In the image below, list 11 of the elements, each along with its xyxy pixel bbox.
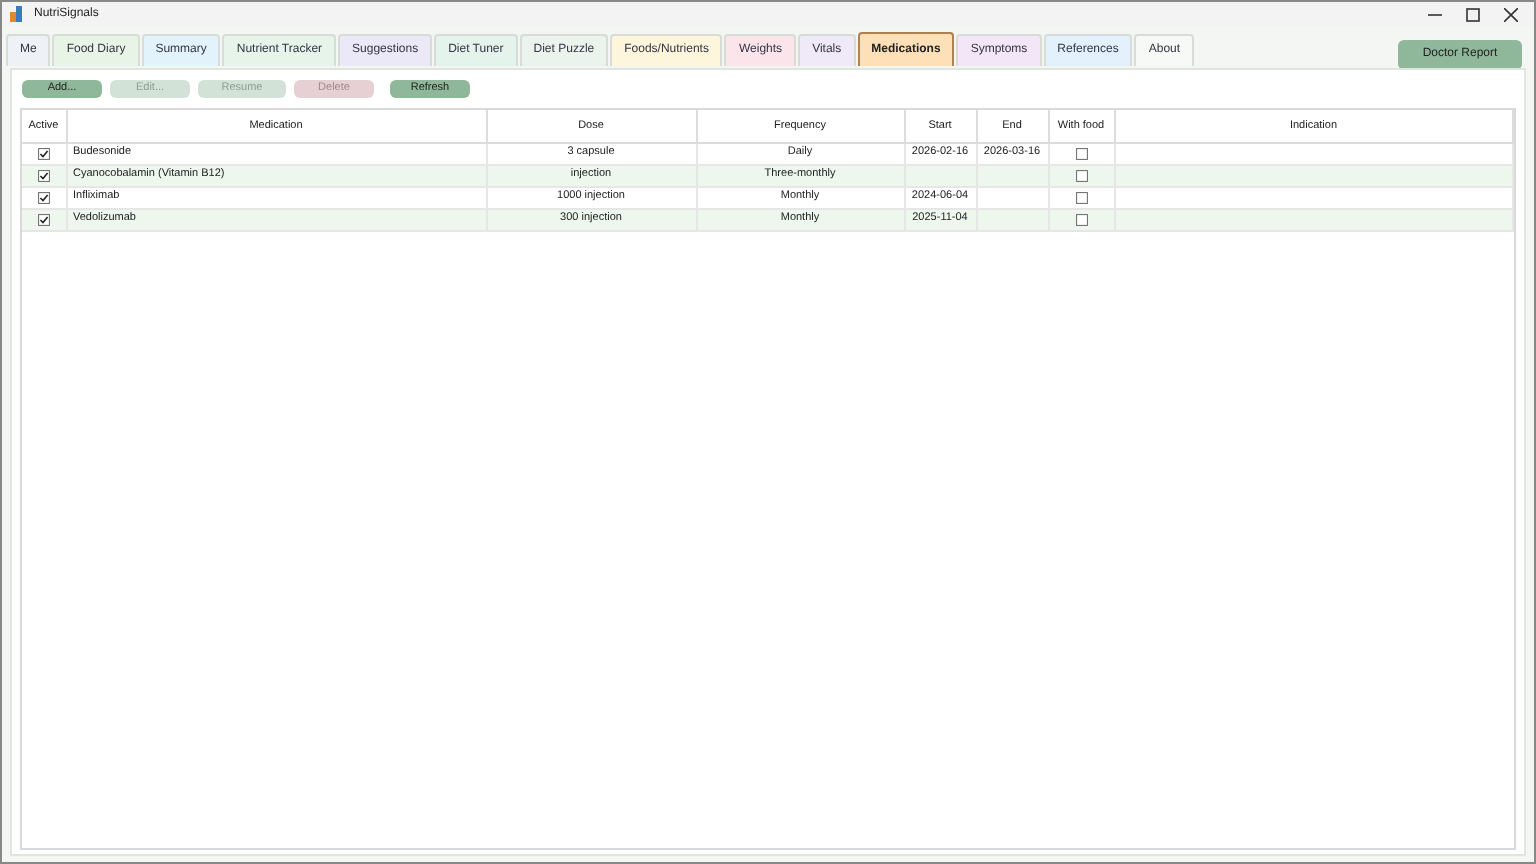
checkbox[interactable]	[1075, 191, 1087, 203]
app-icon	[10, 6, 26, 22]
close-icon[interactable]	[1504, 7, 1518, 21]
checkbox[interactable]	[1075, 169, 1087, 181]
checkbox[interactable]	[37, 169, 50, 181]
checkbox[interactable]	[37, 213, 50, 225]
maximize-icon[interactable]	[1466, 7, 1480, 21]
checkbox[interactable]	[1075, 147, 1087, 159]
checkbox[interactable]	[37, 191, 50, 203]
checkbox[interactable]	[1075, 213, 1087, 225]
checkbox[interactable]	[37, 147, 50, 159]
